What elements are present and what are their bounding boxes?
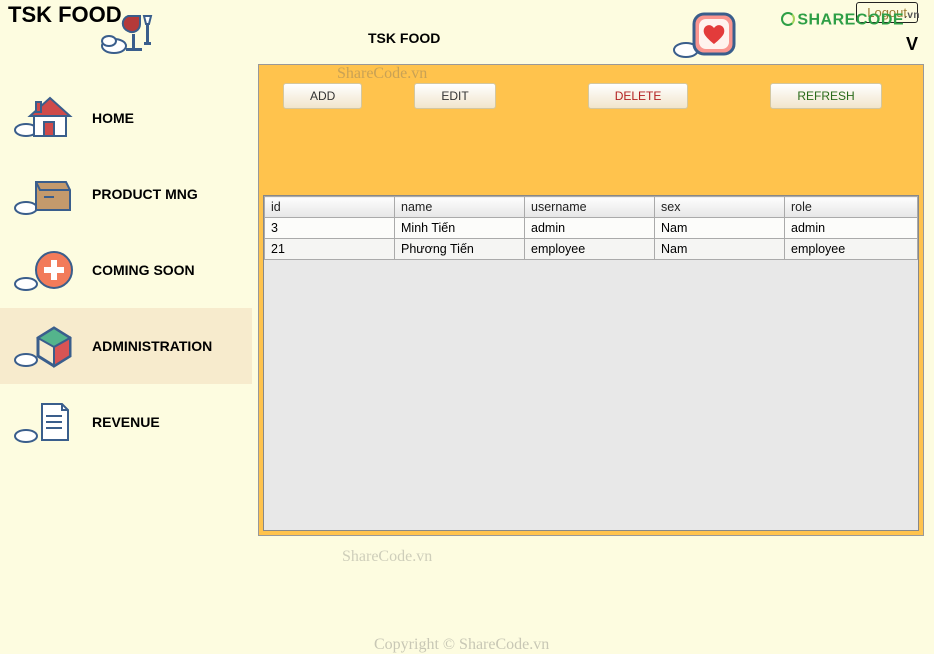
- col-role[interactable]: role: [785, 197, 918, 218]
- sidebar: HOME PRODUCT MNG COMING SOON: [0, 80, 252, 460]
- sidebar-item-home[interactable]: HOME: [0, 80, 252, 156]
- cell-role: admin: [785, 218, 918, 239]
- header: TSK FOOD TSK FOOD Logout SHARECODE.vn V: [0, 0, 934, 66]
- sidebar-item-coming-soon[interactable]: COMING SOON: [0, 232, 252, 308]
- app-subtitle: TSK FOOD: [368, 30, 440, 46]
- sidebar-item-label: HOME: [92, 110, 134, 126]
- cell-sex: Nam: [655, 218, 785, 239]
- plus-icon: [8, 241, 84, 299]
- sidebar-item-label: ADMINISTRATION: [92, 338, 212, 354]
- col-name[interactable]: name: [395, 197, 525, 218]
- home-icon: [8, 89, 84, 147]
- document-icon: [8, 393, 84, 451]
- sidebar-item-product[interactable]: PRODUCT MNG: [0, 156, 252, 232]
- heart-logo-icon: [672, 8, 738, 64]
- data-table-container: id name username sex role 3 Minh Tiến ad…: [263, 195, 919, 531]
- refresh-button[interactable]: REFRESH: [770, 83, 881, 109]
- watermark-copyright: Copyright © ShareCode.vn: [374, 636, 549, 654]
- cell-username: admin: [525, 218, 655, 239]
- drop-indicator-icon: V: [906, 34, 918, 55]
- cell-role: employee: [785, 239, 918, 260]
- sharecode-text: SHARECODE: [797, 11, 904, 28]
- col-username[interactable]: username: [525, 197, 655, 218]
- watermark-text: ShareCode.vn: [342, 548, 432, 566]
- wine-logo-icon: [100, 8, 166, 64]
- cell-name: Minh Tiến: [395, 218, 525, 239]
- box-icon: [8, 165, 84, 223]
- cell-id: 3: [265, 218, 395, 239]
- admin-icon: [8, 317, 84, 375]
- edit-button[interactable]: EDIT: [414, 83, 495, 109]
- sidebar-item-label: REVENUE: [92, 414, 160, 430]
- cell-sex: Nam: [655, 239, 785, 260]
- sidebar-item-administration[interactable]: ADMINISTRATION: [0, 308, 252, 384]
- add-button[interactable]: ADD: [283, 83, 362, 109]
- sharecode-tld: .vn: [904, 10, 920, 21]
- cell-name: Phương Tiến: [395, 239, 525, 260]
- col-id[interactable]: id: [265, 197, 395, 218]
- table-header-row: id name username sex role: [265, 197, 918, 218]
- main-panel: ShareCode.vn ADD EDIT DELETE REFRESH id …: [258, 64, 924, 536]
- cell-username: employee: [525, 239, 655, 260]
- table-row[interactable]: 21 Phương Tiến employee Nam employee: [265, 239, 918, 260]
- watermark-text: ShareCode.vn: [337, 65, 427, 83]
- sidebar-item-label: COMING SOON: [92, 262, 195, 278]
- users-table: id name username sex role 3 Minh Tiến ad…: [264, 196, 918, 260]
- col-sex[interactable]: sex: [655, 197, 785, 218]
- sidebar-item-label: PRODUCT MNG: [92, 186, 198, 202]
- cell-id: 21: [265, 239, 395, 260]
- delete-button[interactable]: DELETE: [588, 83, 689, 109]
- table-row[interactable]: 3 Minh Tiến admin Nam admin: [265, 218, 918, 239]
- sidebar-item-revenue[interactable]: REVENUE: [0, 384, 252, 460]
- sharecode-watermark-logo: SHARECODE.vn: [781, 10, 920, 29]
